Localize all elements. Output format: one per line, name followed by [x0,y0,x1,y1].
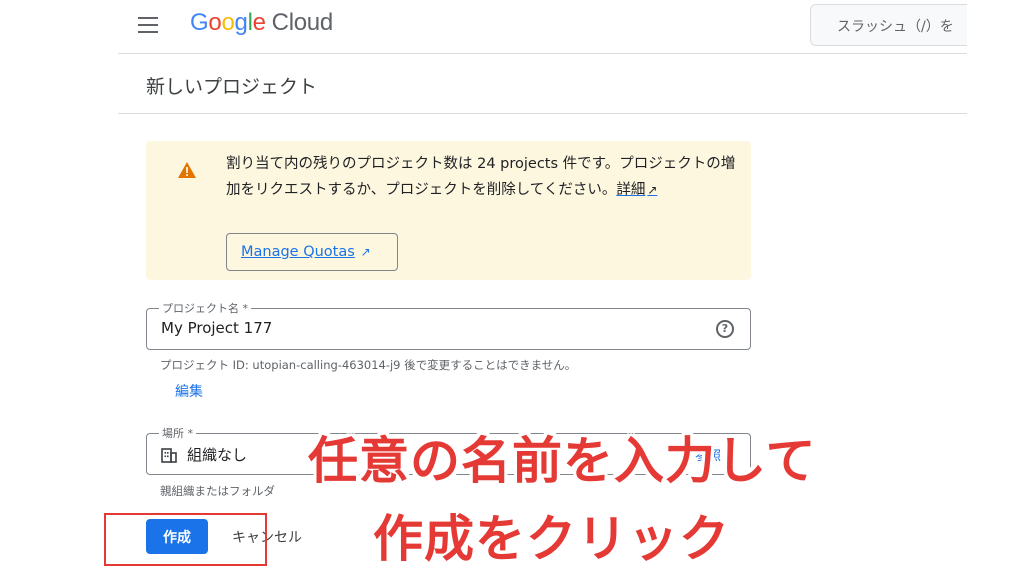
project-name-field[interactable]: プロジェクト名 * My Project 177 ? [146,300,751,350]
quota-warning-banner: 割り当て内の残りのプロジェクト数は 24 projects 件です。プロジェクト… [146,141,751,280]
title-divider [118,113,967,114]
page-title: 新しいプロジェクト [146,76,318,98]
help-circle-icon[interactable]: ? [716,320,734,338]
project-id-hint: プロジェクト ID: utopian-calling-463014-j9 後で変… [160,358,577,372]
open-in-new-icon: ↗ [356,245,371,259]
overlay-caption-line2: 作成をクリック [373,510,730,568]
location-label: 場所 * [159,425,196,441]
manage-quotas-label: Manage Quotas [241,244,355,260]
logo-letter: G [190,9,209,36]
detail-link-label: 詳細 [616,182,646,198]
header-divider [118,53,967,54]
create-button-highlight [104,513,267,566]
google-cloud-logo[interactable]: Google Cloud [190,9,333,37]
logo-letter: o [221,9,235,36]
location-hint: 親組織またはフォルダ [160,484,275,498]
organization-icon [161,448,177,463]
logo-letter: e [252,9,266,36]
logo-letter: o [208,9,222,36]
page-right-margin [967,0,1024,576]
overlay-caption-line1: 任意の名前を入力して [308,432,817,490]
project-name-label: プロジェクト名 * [159,300,251,316]
location-value: 組織なし [187,446,248,464]
edit-project-id-link[interactable]: 編集 [175,381,203,401]
logo-letter: g [234,9,248,36]
banner-message: 割り当て内の残りのプロジェクト数は 24 projects 件です。プロジェクト… [226,151,736,203]
logo-cloud-text: Cloud [271,9,334,36]
detail-link[interactable]: 詳細 ↗ [616,182,657,198]
manage-quotas-button[interactable]: Manage Quotas ↗ [226,233,398,271]
project-name-input[interactable]: My Project 177 [161,319,272,337]
banner-text: 割り当て内の残りのプロジェクト数は 24 projects 件です。プロジェクト… [226,156,736,198]
hamburger-menu-icon[interactable] [138,17,162,35]
warning-icon [178,162,196,178]
open-in-new-icon: ↗ [647,183,658,197]
